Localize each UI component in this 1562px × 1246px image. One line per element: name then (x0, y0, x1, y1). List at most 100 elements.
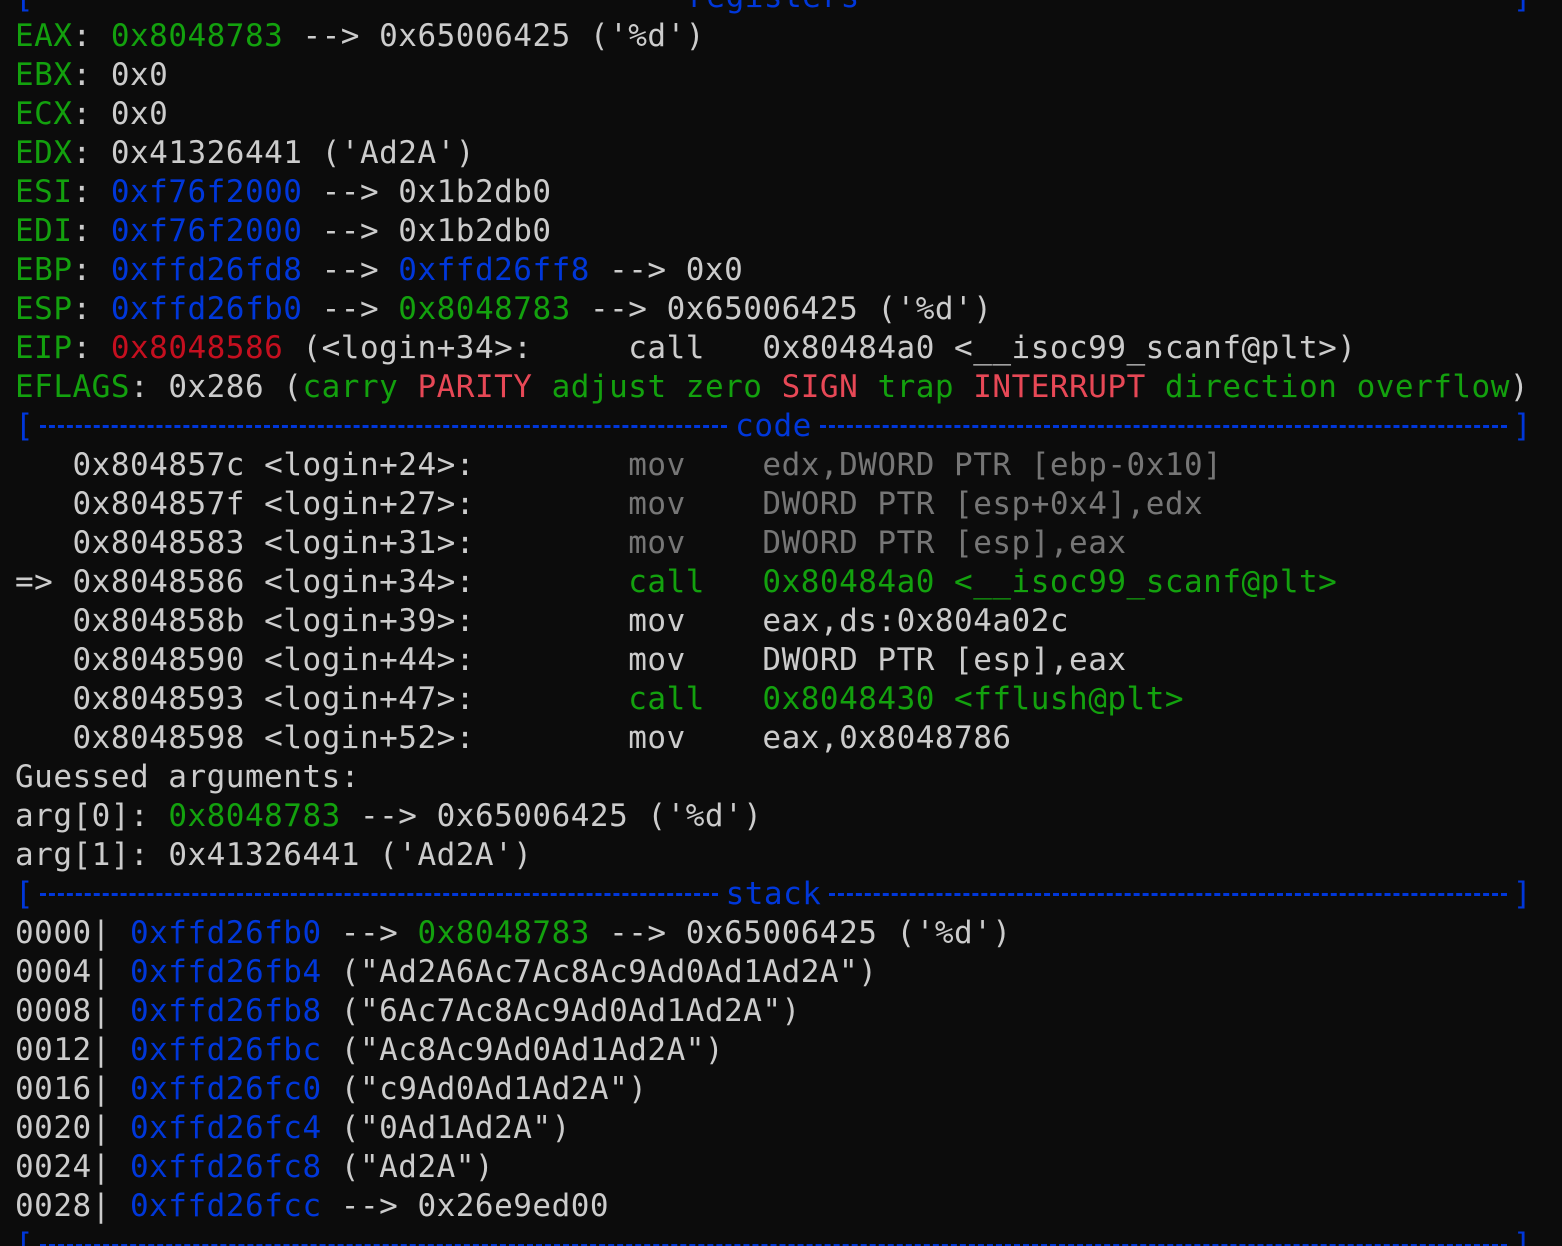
stack-section-title: stack (725, 876, 822, 912)
value-segment: ("6Ac7Ac8Ac9Ad0Ad1Ad2A") (321, 993, 801, 1029)
stack-divider: | (91, 954, 130, 990)
value-segment (762, 369, 781, 405)
instruction-symbol: <login+39>: (264, 603, 629, 639)
register-colon: : (72, 174, 111, 210)
value-segment: 0x8048586 (110, 330, 284, 366)
stack-row: 0024| 0xffd26fc8 ("Ad2A") (15, 1148, 494, 1187)
value-segment: --> 0x1b2db0 (302, 213, 552, 249)
value-segment: 0x41326441 ('Ad2A') (110, 135, 475, 171)
register-colon: : (72, 18, 111, 54)
stack-address: 0xffd26fb8 (129, 993, 322, 1029)
register-name: EBP (15, 252, 73, 288)
instruction-symbol: <login+27>: (264, 486, 629, 522)
stack-row: 0004| 0xffd26fb4 ("Ad2A6Ac7Ac8Ac9Ad0Ad1A… (15, 953, 877, 992)
current-instruction-marker (15, 486, 73, 522)
value-segment (1146, 369, 1165, 405)
instruction-operands: DWORD PTR [esp],eax (762, 642, 1127, 678)
register-row: ESI: 0xf76f2000 --> 0x1b2db0 (15, 173, 552, 212)
register-row: EBP: 0xffd26fd8 --> 0xffd26ff8 --> 0x0 (15, 251, 743, 290)
current-instruction-marker (15, 720, 73, 756)
instruction-opcode: mov (628, 603, 763, 639)
argument-colon: : (129, 798, 169, 834)
register-colon: : (72, 330, 111, 366)
value-segment (858, 369, 877, 405)
current-instruction-marker: => (15, 564, 73, 600)
stack-row: 0016| 0xffd26fc0 ("c9Ad0Ad1Ad2A") (15, 1070, 647, 1109)
code-row: => 0x8048586 <login+34>: call 0x80484a0 … (15, 563, 1337, 602)
stack-address: 0xffd26fcc (129, 1188, 322, 1224)
value-segment: 0x8048783 (417, 915, 590, 951)
register-colon: : (72, 213, 111, 249)
value-segment (398, 369, 417, 405)
stack-offset: 0016 (15, 1071, 92, 1107)
code-row: 0x804858b <login+39>: mov eax,ds:0x804a0… (15, 602, 1069, 641)
value-segment: carry (302, 369, 399, 405)
register-name: ESP (15, 291, 73, 327)
value-segment: PARITY (417, 369, 533, 405)
guessed-argument-row: arg[0]: 0x8048783 --> 0x65006425 ('%d') (15, 797, 762, 836)
stack-divider: | (91, 1188, 130, 1224)
register-row: EFLAGS: 0x286 (carry PARITY adjust zero … (15, 368, 1529, 407)
value-segment: ("Ad2A6Ac7Ac8Ac9Ad0Ad1Ad2A") (321, 954, 878, 990)
code-row: 0x804857c <login+24>: mov edx,DWORD PTR … (15, 446, 1222, 485)
code-section-title: code (735, 408, 812, 444)
value-segment: 0x8048783 (398, 291, 571, 327)
value-segment: SIGN (781, 369, 859, 405)
instruction-opcode: mov (628, 486, 763, 522)
instruction-opcode: mov (628, 447, 763, 483)
stack-address: 0xffd26fb0 (129, 915, 322, 951)
value-segment: overflow (1356, 369, 1510, 405)
instruction-opcode: mov (628, 642, 763, 678)
value-segment: 0xf76f2000 (110, 213, 303, 249)
instruction-symbol: <login+52>: (264, 720, 629, 756)
register-name: EFLAGS (15, 369, 130, 405)
instruction-address: 0x804857c (72, 447, 245, 483)
instruction-operands: eax,ds:0x804a02c (762, 603, 1070, 639)
instruction-opcode: call (628, 681, 763, 717)
instruction-symbol: <login+34>: (264, 564, 629, 600)
instruction-operands: eax,0x8048786 (762, 720, 1012, 756)
stack-address: 0xffd26fc0 (129, 1071, 322, 1107)
stack-divider: | (91, 993, 130, 1029)
register-row: EBX: 0x0 (15, 56, 168, 95)
value-segment: 0x8048783 (110, 18, 284, 54)
register-name: ESI (15, 174, 73, 210)
stack-row: 0000| 0xffd26fb0 --> 0x8048783 --> 0x650… (15, 914, 1012, 953)
value-segment: --> 0x1b2db0 (302, 174, 552, 210)
instruction-opcode: mov (628, 525, 763, 561)
value-segment: (<login+34>: call 0x80484a0 <__isoc99_sc… (283, 330, 1357, 366)
register-colon: : (72, 252, 111, 288)
stack-row: 0020| 0xffd26fc4 ("0Ad1Ad2A") (15, 1109, 571, 1148)
value-segment: 0x8048783 (168, 798, 341, 834)
register-name: ECX (15, 96, 73, 132)
stack-offset: 0000 (15, 915, 92, 951)
register-name: EIP (15, 330, 73, 366)
register-row: EDI: 0xf76f2000 --> 0x1b2db0 (15, 212, 552, 251)
value-segment: ("Ad2A") (321, 1149, 495, 1185)
register-row: ECX: 0x0 (15, 95, 168, 134)
instruction-address: 0x8048586 (72, 564, 245, 600)
value-segment: --> (302, 252, 399, 288)
register-colon: : (72, 57, 111, 93)
terminal-window[interactable]: [ registers ] EAX: 0x8048783 --> 0x65006… (0, 0, 1562, 1246)
value-segment: ("0Ad1Ad2A") (321, 1110, 571, 1146)
value-segment: --> 0x0 (589, 252, 744, 288)
value-segment: --> 0x26e9ed00 (321, 1188, 610, 1224)
stack-row: 0028| 0xffd26fcc --> 0x26e9ed00 (15, 1187, 609, 1226)
registers-section-title: registers (685, 0, 861, 17)
bottom-separator: [ ] (15, 1227, 1532, 1246)
instruction-address: 0x804857f (72, 486, 245, 522)
register-name: EAX (15, 18, 73, 54)
stack-row: 0008| 0xffd26fb8 ("6Ac7Ac8Ac9Ad0Ad1Ad2A"… (15, 992, 801, 1031)
register-name: EDX (15, 135, 73, 171)
stack-offset: 0004 (15, 954, 92, 990)
value-segment: 0x286 ( (168, 369, 303, 405)
register-colon: : (72, 96, 111, 132)
instruction-operands: 0x80484a0 <__isoc99_scanf@plt> (762, 564, 1338, 600)
instruction-symbol: <login+47>: (264, 681, 629, 717)
